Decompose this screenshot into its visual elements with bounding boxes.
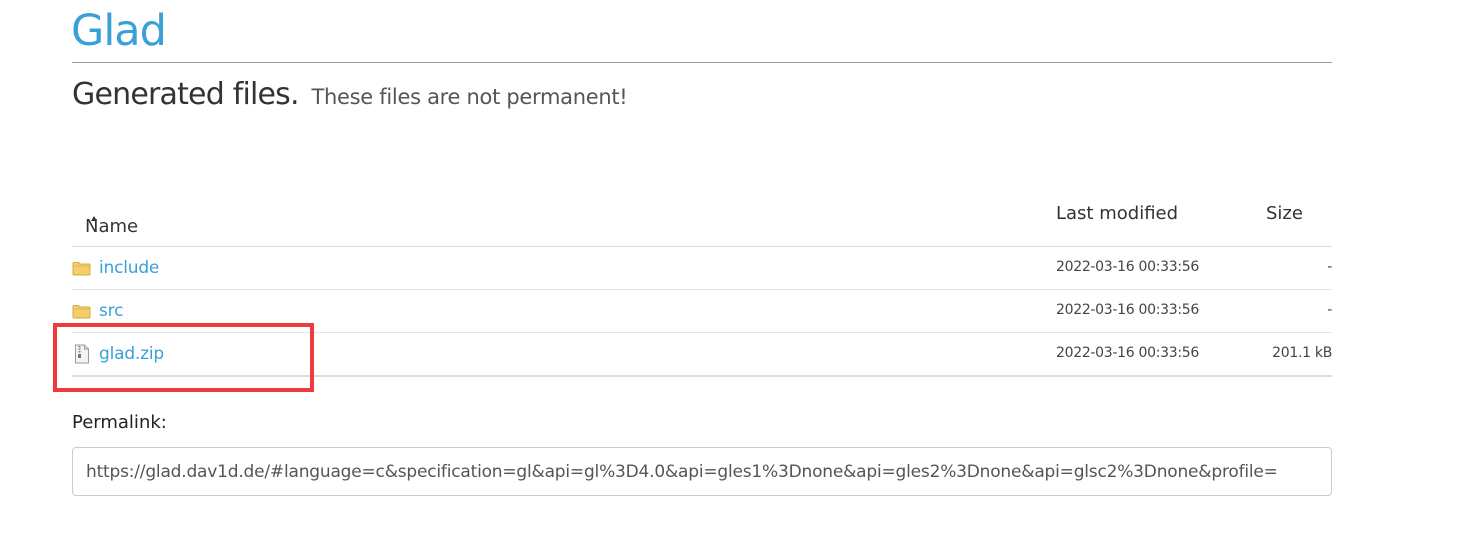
title-divider [72, 62, 1332, 63]
page-title: Glad [71, 6, 167, 56]
modified-cell: 2022-03-16 00:33:56 [1056, 302, 1199, 318]
size-cell: 201.1 kB [1272, 345, 1332, 361]
page: Glad Generated files. These files are no… [0, 0, 1466, 536]
modified-cell: 2022-03-16 00:33:56 [1056, 345, 1199, 361]
file-link-src[interactable]: src [99, 301, 123, 321]
sort-ascending-icon [91, 216, 97, 221]
size-cell: - [1327, 302, 1332, 318]
permalink-label: Permalink: [72, 412, 167, 433]
subtitle-text: Generated files. [72, 77, 300, 112]
table-row: include 2022-03-16 00:33:56 - [72, 247, 1332, 290]
modified-cell: 2022-03-16 00:33:56 [1056, 259, 1199, 275]
column-header-last-modified[interactable]: Last modified [1056, 203, 1178, 224]
column-header-size[interactable]: Size [1266, 203, 1303, 224]
permalink-input[interactable] [72, 447, 1332, 496]
subtitle-note: These files are not permanent! [311, 85, 628, 109]
page-subtitle: Generated files. These files are not per… [72, 76, 628, 116]
name-cell: include [72, 247, 159, 289]
table-header: Name Last modified Size [72, 190, 1332, 247]
folder-icon [72, 259, 91, 277]
file-link-include[interactable]: include [99, 258, 159, 278]
size-cell: - [1327, 259, 1332, 275]
folder-icon [72, 302, 91, 320]
highlight-annotation-box [53, 323, 314, 392]
